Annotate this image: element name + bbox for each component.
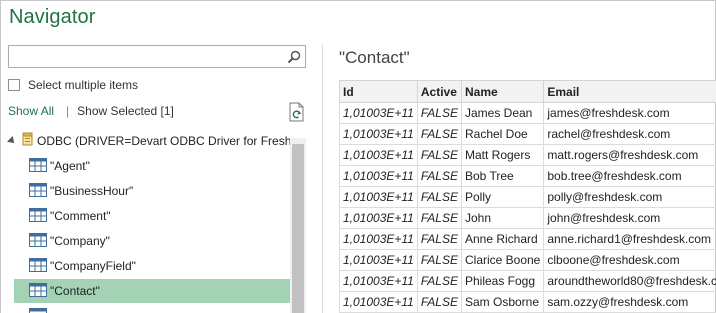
cell-active[interactable]: FALSE: [416, 165, 462, 187]
cell-email[interactable]: bob.tree@freshdesk.com: [543, 165, 716, 187]
cell-id[interactable]: 1,01003E+11: [339, 102, 418, 124]
table-row: 1,01003E+11 FALSE Sam Osborne sam.ozzy@fres…: [339, 291, 716, 313]
column-header-id[interactable]: Id: [339, 80, 418, 103]
table-row: 1,01003E+11 FALSE Clarice Boone clboone@fre…: [339, 249, 716, 271]
cell-active[interactable]: FALSE: [416, 270, 462, 292]
tree-item-label: "CompanyField": [50, 259, 136, 273]
table-icon: [29, 232, 47, 250]
cell-name[interactable]: Anne Richard: [460, 228, 545, 250]
cell-email[interactable]: polly@freshdesk.com: [543, 186, 716, 208]
table-row: 1,01003E+11 FALSE Anne Richard anne.richard…: [339, 228, 716, 250]
tree-item-companyfield[interactable]: "CompanyField": [14, 254, 290, 278]
collapse-caret-icon[interactable]: [7, 135, 17, 146]
cell-email[interactable]: anne.richard1@freshdesk.com: [543, 228, 716, 250]
table-icon: [29, 157, 47, 175]
search-icon[interactable]: [283, 46, 305, 67]
cell-name[interactable]: Matt Rogers: [460, 144, 545, 166]
cell-email[interactable]: clboone@freshdesk.com: [543, 249, 716, 271]
tree-item-company[interactable]: "Company": [14, 229, 290, 253]
window-title: Navigator: [9, 6, 96, 28]
tree-item-label: "Comment": [50, 209, 111, 223]
cell-id[interactable]: 1,01003E+11: [339, 207, 418, 229]
table-icon: [29, 307, 47, 313]
cell-email[interactable]: aroundtheworld80@freshdesk.com: [543, 270, 716, 292]
cell-id[interactable]: 1,01003E+11: [339, 291, 418, 313]
cell-active[interactable]: FALSE: [416, 249, 462, 271]
show-selected-link[interactable]: Show Selected [1]: [77, 104, 174, 118]
search-input[interactable]: [8, 45, 306, 68]
table-icon: [29, 282, 47, 300]
tree-item-partial[interactable]: [14, 304, 290, 313]
select-multiple-checkbox[interactable]: [8, 79, 20, 91]
tree-item-label: "Contact": [50, 284, 100, 298]
tree-item-label: "Company": [50, 234, 110, 248]
tree-item-agent[interactable]: "Agent": [14, 154, 290, 178]
select-multiple-items[interactable]: Select multiple items: [8, 78, 138, 92]
preview-title: "Contact": [339, 48, 410, 67]
tree-scrollbar[interactable]: [290, 138, 306, 313]
table-row: 1,01003E+11 FALSE Phileas Fogg aroundthewor…: [339, 270, 716, 292]
preview-grid: Id Active Name Email 1,01003E+11 FALSE Jam…: [339, 80, 716, 313]
tree-scrollbar-thumb[interactable]: [292, 144, 304, 313]
table-icon: [29, 207, 47, 225]
cell-name[interactable]: Bob Tree: [460, 165, 545, 187]
table-row: 1,01003E+11 FALSE John john@freshdesk.com: [339, 207, 716, 229]
cell-name[interactable]: Clarice Boone: [460, 249, 545, 271]
cell-email[interactable]: matt.rogers@freshdesk.com: [543, 144, 716, 166]
cell-active[interactable]: FALSE: [416, 291, 462, 313]
table-row: 1,01003E+11 FALSE Rachel Doe rachel@freshde…: [339, 123, 716, 145]
cell-name[interactable]: Phileas Fogg: [460, 270, 545, 292]
cell-email[interactable]: sam.ozzy@freshdesk.com: [543, 291, 716, 313]
cell-id[interactable]: 1,01003E+11: [339, 144, 418, 166]
cell-name[interactable]: Sam Osborne: [460, 291, 545, 313]
cell-id[interactable]: 1,01003E+11: [339, 123, 418, 145]
tree-item-label: "Agent": [50, 159, 90, 173]
cell-name[interactable]: John: [460, 207, 545, 229]
database-icon: [22, 132, 34, 149]
table-row: 1,01003E+11 FALSE Bob Tree bob.tree@freshde…: [339, 165, 716, 187]
table-row: 1,01003E+11 FALSE James Dean james@freshdes…: [339, 102, 716, 124]
cell-email[interactable]: rachel@freshdesk.com: [543, 123, 716, 145]
cell-name[interactable]: Rachel Doe: [460, 123, 545, 145]
cell-id[interactable]: 1,01003E+11: [339, 165, 418, 187]
tree-item-comment[interactable]: "Comment": [14, 204, 290, 228]
preview-table: Id Active Name Email 1,01003E+11 FALSE Jam…: [339, 80, 716, 313]
cell-id[interactable]: 1,01003E+11: [339, 270, 418, 292]
show-all-link[interactable]: Show All: [8, 104, 54, 118]
tree-root-odbc[interactable]: ODBC (DRIVER=Devart ODBC Driver for Fres…: [7, 132, 302, 149]
table-icon: [29, 182, 47, 200]
column-header-name[interactable]: Name: [460, 80, 545, 103]
cell-active[interactable]: FALSE: [416, 123, 462, 145]
column-header-email[interactable]: Email: [543, 80, 716, 103]
cell-id[interactable]: 1,01003E+11: [339, 249, 418, 271]
cell-active[interactable]: FALSE: [416, 102, 462, 124]
header-row: Id Active Name Email: [339, 80, 716, 103]
cell-active[interactable]: FALSE: [416, 207, 462, 229]
cell-name[interactable]: Polly: [460, 186, 545, 208]
refresh-icon[interactable]: [289, 102, 305, 122]
view-filter-links: Show All | Show Selected [1]: [8, 104, 174, 118]
link-separator: |: [66, 104, 70, 118]
column-header-active[interactable]: Active: [416, 80, 462, 103]
cell-id[interactable]: 1,01003E+11: [339, 228, 418, 250]
navigator-tree: ODBC (DRIVER=Devart ODBC Driver for Fres…: [0, 126, 306, 313]
cell-name[interactable]: James Dean: [460, 102, 545, 124]
cell-email[interactable]: john@freshdesk.com: [543, 207, 716, 229]
table-row: 1,01003E+11 FALSE Polly polly@freshdesk.com: [339, 186, 716, 208]
cell-active[interactable]: FALSE: [416, 186, 462, 208]
table-row: 1,01003E+11 FALSE Matt Rogers matt.rogers@f…: [339, 144, 716, 166]
cell-active[interactable]: FALSE: [416, 228, 462, 250]
tree-root-label: ODBC (DRIVER=Devart ODBC Driver for Fres…: [37, 133, 302, 148]
tree-item-contact[interactable]: "Contact": [14, 279, 290, 303]
cell-email[interactable]: james@freshdesk.com: [543, 102, 716, 124]
select-multiple-label: Select multiple items: [28, 78, 139, 92]
cell-active[interactable]: FALSE: [416, 144, 462, 166]
cell-id[interactable]: 1,01003E+11: [339, 186, 418, 208]
tree-item-label: "BusinessHour": [50, 184, 134, 198]
table-icon: [29, 257, 47, 275]
tree-item-businesshour[interactable]: "BusinessHour": [14, 179, 290, 203]
pane-divider[interactable]: [322, 44, 323, 313]
